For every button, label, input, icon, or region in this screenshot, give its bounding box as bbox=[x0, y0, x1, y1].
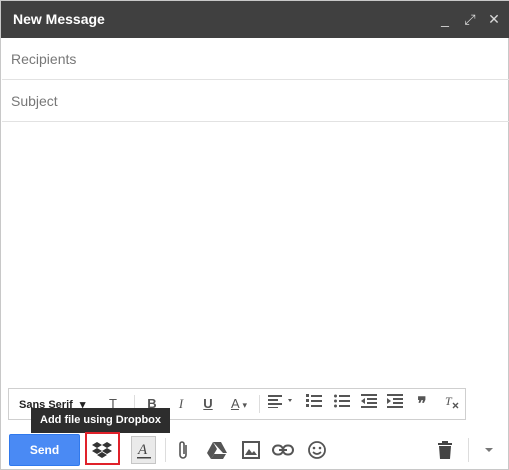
message-body[interactable] bbox=[2, 123, 508, 385]
text-color-glyph: A bbox=[230, 396, 239, 411]
google-drive-icon[interactable] bbox=[205, 438, 229, 462]
bulleted-list-icon bbox=[334, 394, 350, 408]
numbered-list-button[interactable] bbox=[305, 394, 323, 414]
indent-more-icon bbox=[387, 394, 403, 408]
caret-glyph bbox=[485, 448, 493, 452]
remove-formatting-icon: T bbox=[445, 394, 459, 409]
drive-glyph bbox=[207, 442, 227, 459]
remove-formatting-button[interactable]: T bbox=[443, 394, 461, 414]
compose-window: New Message _ ⤢ ✕ Sans Serif ▾ T B I U A… bbox=[0, 0, 509, 470]
numbered-list-icon bbox=[306, 394, 322, 407]
discard-icon[interactable] bbox=[433, 438, 457, 462]
compose-bottom-bar: Send A bbox=[1, 431, 509, 470]
photo-glyph bbox=[242, 441, 260, 459]
subject-row bbox=[2, 80, 509, 122]
smiley-glyph bbox=[308, 441, 326, 459]
indent-less-icon bbox=[361, 394, 377, 408]
close-icon[interactable]: ✕ bbox=[486, 10, 502, 28]
compose-titlebar[interactable]: New Message _ ⤢ ✕ bbox=[1, 1, 509, 38]
subject-input[interactable] bbox=[11, 91, 491, 111]
emoji-icon[interactable] bbox=[305, 438, 329, 462]
bottom-divider bbox=[468, 438, 469, 462]
formatting-glyph: A bbox=[136, 442, 151, 459]
link-glyph bbox=[272, 444, 294, 456]
svg-text:T: T bbox=[445, 394, 453, 408]
dropbox-glyph bbox=[92, 442, 112, 458]
text-color-button[interactable]: A ▾ bbox=[226, 394, 252, 414]
dropbox-icon[interactable] bbox=[90, 438, 114, 462]
align-button[interactable] bbox=[267, 394, 297, 414]
align-left-icon bbox=[268, 395, 292, 408]
compose-title: New Message bbox=[13, 11, 105, 27]
dropbox-tooltip: Add file using Dropbox bbox=[31, 408, 170, 433]
paperclip-glyph bbox=[179, 441, 187, 459]
minimize-icon[interactable]: _ bbox=[437, 10, 453, 28]
formatting-options-icon[interactable]: A bbox=[131, 436, 156, 464]
insert-photo-icon[interactable] bbox=[239, 438, 263, 462]
more-options-icon[interactable] bbox=[477, 438, 501, 462]
recipients-input[interactable] bbox=[11, 49, 491, 69]
trash-glyph bbox=[438, 441, 452, 459]
toolbar-divider bbox=[259, 395, 260, 413]
underline-button[interactable]: U bbox=[201, 394, 215, 414]
quote-button[interactable]: ❞ bbox=[413, 394, 431, 414]
insert-link-icon[interactable] bbox=[271, 438, 295, 462]
attach-icon[interactable] bbox=[172, 438, 196, 462]
recipients-row bbox=[2, 38, 509, 80]
bottom-divider bbox=[165, 438, 166, 462]
popout-icon[interactable]: ⤢ bbox=[462, 10, 478, 28]
indent-less-button[interactable] bbox=[360, 394, 378, 414]
svg-text:A: A bbox=[137, 442, 148, 458]
send-button[interactable]: Send bbox=[9, 434, 80, 466]
bulleted-list-button[interactable] bbox=[333, 394, 351, 414]
indent-more-button[interactable] bbox=[386, 394, 404, 414]
italic-button[interactable]: I bbox=[174, 394, 188, 414]
chevron-down-icon: ▾ bbox=[242, 400, 248, 410]
